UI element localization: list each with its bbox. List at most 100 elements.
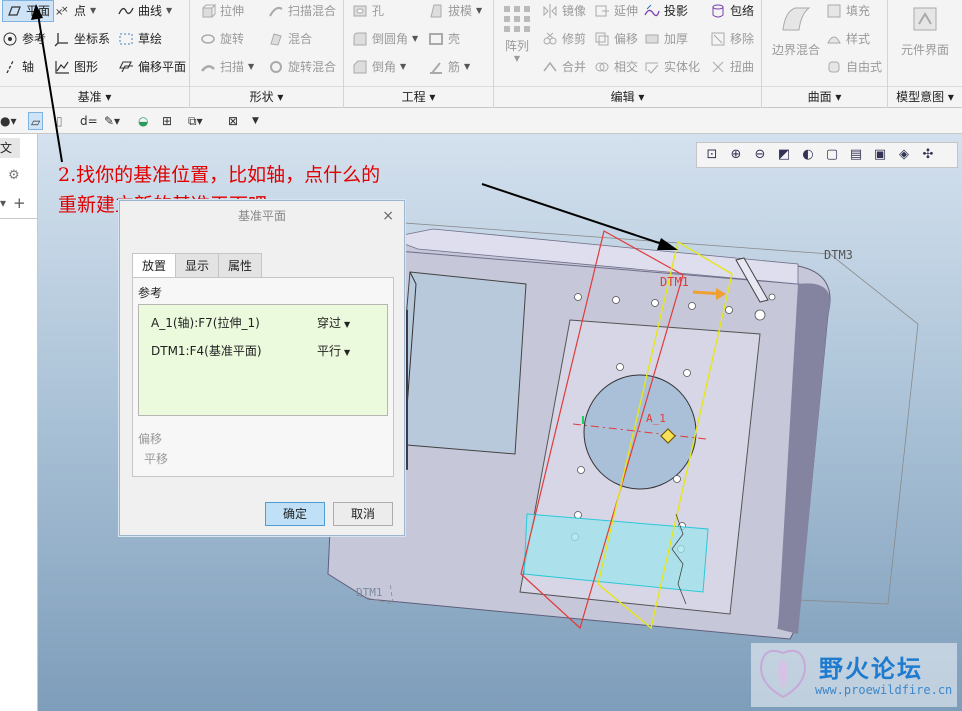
twist-button[interactable]: 扭曲 bbox=[710, 56, 754, 78]
fill-button[interactable]: 填充 bbox=[826, 0, 870, 22]
component-interface-button[interactable]: 元件界面 bbox=[890, 4, 960, 58]
plane-icon bbox=[6, 3, 22, 19]
intersect-button[interactable]: 相交 bbox=[594, 56, 638, 78]
sweep-blend-button[interactable]: 扫描混合 bbox=[268, 0, 336, 22]
view-manager-icon[interactable]: ▤ bbox=[847, 146, 865, 164]
display-style-icon[interactable]: ●▾ bbox=[0, 112, 17, 130]
offset-plane-button[interactable]: 偏移平面 bbox=[118, 56, 186, 78]
layer-icon[interactable]: ⧉▾ bbox=[188, 112, 203, 130]
ok-button[interactable]: 确定 bbox=[265, 502, 325, 526]
spin-center-icon[interactable]: ✣ bbox=[919, 146, 937, 164]
saved-views-icon[interactable]: ▢ bbox=[823, 146, 841, 164]
offset-label: 偏移 bbox=[138, 432, 163, 446]
project-icon bbox=[644, 3, 660, 19]
trim-button[interactable]: 修剪 bbox=[542, 28, 586, 50]
axis-button[interactable]: 轴 bbox=[2, 56, 34, 78]
reference-button[interactable]: 参考 bbox=[2, 28, 46, 50]
remove-icon bbox=[710, 31, 726, 47]
surfaces-group-label[interactable]: 曲面 ▾ bbox=[762, 86, 887, 106]
dialog-title-bar[interactable]: 基准平面 × bbox=[120, 201, 404, 231]
thicken-button[interactable]: 加厚 bbox=[644, 28, 688, 50]
tab-display[interactable]: 显示 bbox=[175, 253, 220, 277]
graph-button[interactable]: 图形 bbox=[54, 56, 98, 78]
repaint-icon[interactable]: ◩ bbox=[775, 146, 793, 164]
references-label: 参考 bbox=[138, 286, 163, 300]
collapse-icon[interactable]: ▾ bbox=[0, 196, 6, 210]
zoom-in-icon[interactable]: ⊕ bbox=[727, 146, 745, 164]
point-icon: × × bbox=[54, 3, 70, 19]
tab-placement[interactable]: 放置 bbox=[132, 253, 177, 278]
boundary-blend-button[interactable]: 边界混合 bbox=[766, 4, 826, 58]
reference-name: DTM1:F4(基准平面) bbox=[151, 344, 262, 358]
reference-row[interactable]: DTM1:F4(基准平面) 平行 ▼ bbox=[151, 341, 379, 361]
blend-button[interactable]: 混合 bbox=[268, 28, 312, 50]
watermark-url: www.proewildfire.cn bbox=[815, 683, 953, 697]
display-style-icon[interactable]: ◐ bbox=[799, 146, 817, 164]
cancel-button[interactable]: 取消 bbox=[333, 502, 393, 526]
chamfer-button[interactable]: 倒角 ▼ bbox=[352, 56, 406, 78]
extrude-icon bbox=[200, 3, 217, 19]
csys-button[interactable]: 坐标系 bbox=[54, 28, 110, 50]
zoom-out-icon[interactable]: ⊖ bbox=[751, 146, 769, 164]
revolve-button[interactable]: 旋转 bbox=[200, 28, 244, 50]
datum-axis-display-icon[interactable]: ▯ bbox=[56, 112, 63, 130]
project-button[interactable]: 投影 bbox=[644, 0, 688, 22]
sketch-button[interactable]: 草绘 bbox=[118, 28, 162, 50]
merge-button[interactable]: 合并 bbox=[542, 56, 586, 78]
more-options-icon[interactable]: ▼ bbox=[252, 112, 259, 130]
close-icon[interactable]: × bbox=[382, 201, 394, 231]
merge-icon bbox=[542, 59, 558, 75]
offset-plane-icon bbox=[118, 59, 134, 75]
appearance-icon[interactable]: ◒ bbox=[138, 112, 148, 130]
sweep-button[interactable]: 扫描 ▼ bbox=[200, 56, 254, 78]
close-all-icon[interactable]: ⊠ bbox=[228, 112, 238, 130]
chevron-down-icon: ▼ bbox=[513, 54, 521, 63]
point-button[interactable]: × × 点 ▼ bbox=[54, 0, 96, 22]
extend-button[interactable]: 延伸 bbox=[594, 0, 638, 22]
style-button[interactable]: 样式 bbox=[826, 28, 870, 50]
plane-button[interactable]: 平面 bbox=[2, 0, 55, 22]
engineering-group-label[interactable]: 工程 ▾ bbox=[344, 86, 493, 106]
fill-icon bbox=[826, 3, 842, 19]
model-intent-group: 元件界面 模型意图 ▾ bbox=[888, 0, 962, 108]
round-button[interactable]: 倒圆角 ▼ bbox=[352, 28, 418, 50]
shell-button[interactable]: 壳 bbox=[428, 28, 460, 50]
reference-row[interactable]: A_1(轴):F7(拉伸_1) 穿过 ▼ bbox=[151, 313, 379, 333]
constraint-dropdown[interactable]: 平行 ▼ bbox=[317, 341, 350, 363]
draft-button[interactable]: 拔模 ▼ bbox=[428, 0, 482, 22]
rotational-blend-button[interactable]: 旋转混合 bbox=[268, 56, 336, 78]
rib-icon bbox=[428, 59, 444, 75]
tab-properties[interactable]: 属性 bbox=[218, 253, 263, 277]
model-intent-group-label[interactable]: 模型意图 ▾ bbox=[888, 86, 962, 106]
remove-button[interactable]: 移除 bbox=[710, 28, 754, 50]
shapes-group-label[interactable]: 形状 ▾ bbox=[190, 86, 343, 106]
offset-button[interactable]: 偏移 bbox=[594, 28, 638, 50]
folder-tab[interactable]: 文夹 bbox=[0, 138, 20, 158]
solidify-button[interactable]: 实体化 bbox=[644, 56, 700, 78]
chevron-down-icon: ▼ bbox=[344, 320, 351, 329]
settings-icon[interactable]: ⚙ bbox=[8, 168, 20, 183]
pattern-button[interactable]: 阵列 ▼ bbox=[500, 4, 534, 63]
curve-button[interactable]: 曲线 ▼ bbox=[118, 0, 172, 22]
datum-plane-display-icon[interactable]: ▱ bbox=[28, 112, 44, 130]
freestyle-button[interactable]: 自由式 bbox=[826, 56, 882, 78]
mirror-button[interactable]: 镜像 bbox=[542, 0, 586, 22]
extrude-button[interactable]: 拉伸 bbox=[200, 0, 244, 22]
model-tree-icon[interactable]: ⊞ bbox=[162, 112, 172, 130]
wrap-button[interactable]: 包络 bbox=[710, 0, 754, 22]
add-icon[interactable]: + bbox=[13, 194, 26, 212]
reference-name: A_1(轴):F7(拉伸_1) bbox=[151, 316, 260, 330]
references-list[interactable]: A_1(轴):F7(拉伸_1) 穿过 ▼ DTM1:F4(基准平面) 平行 ▼ bbox=[138, 304, 388, 416]
refit-icon[interactable]: ⊡ bbox=[703, 146, 721, 164]
rib-button[interactable]: 筋 ▼ bbox=[428, 56, 470, 78]
constraint-dropdown[interactable]: 穿过 ▼ bbox=[317, 313, 350, 335]
hole-button[interactable]: 孔 bbox=[352, 0, 384, 22]
perspective-icon[interactable]: ◈ bbox=[895, 146, 913, 164]
editing-group-label[interactable]: 编辑 ▾ bbox=[494, 86, 761, 106]
camera-icon[interactable]: ▣ bbox=[871, 146, 889, 164]
chevron-down-icon: ▼ bbox=[476, 6, 483, 15]
view-toolbar: ⊡ ⊕ ⊖ ◩ ◐ ▢ ▤ ▣ ◈ ✣ bbox=[696, 142, 958, 168]
annotation-display-icon[interactable]: ✎▾ bbox=[104, 112, 120, 130]
datum-group-label[interactable]: 基准 ▾ bbox=[0, 86, 189, 106]
dimension-display-icon[interactable]: d= bbox=[80, 112, 98, 130]
